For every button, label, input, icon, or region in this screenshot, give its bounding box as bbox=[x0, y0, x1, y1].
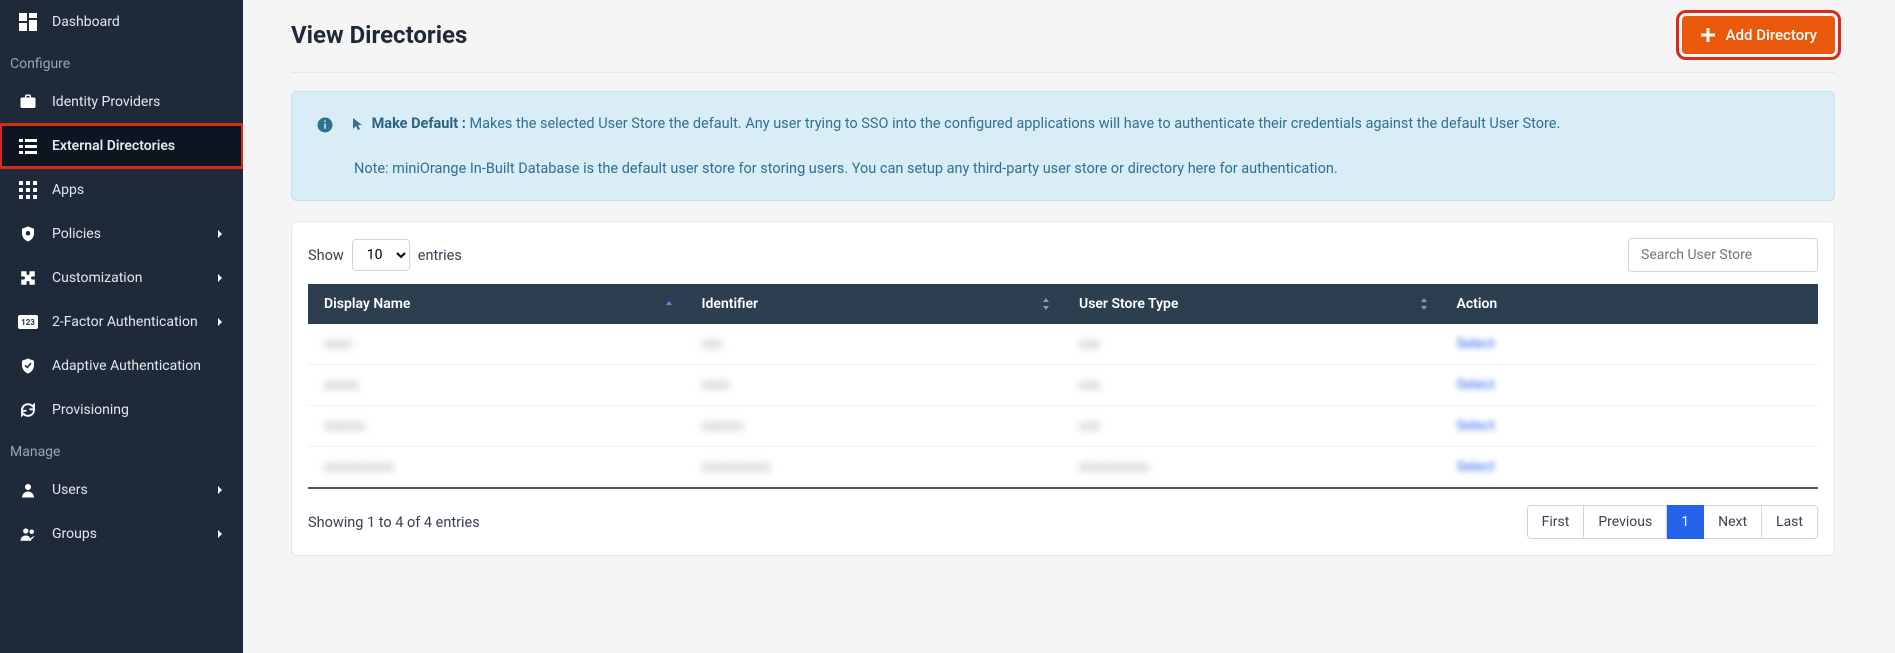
puzzle-icon bbox=[18, 268, 38, 288]
directories-panel: Show 10 entries Display Name bbox=[291, 221, 1835, 556]
sidebar-item-provisioning[interactable]: Provisioning bbox=[0, 388, 243, 432]
search-input[interactable] bbox=[1628, 238, 1818, 272]
sidebar-section-configure: Configure bbox=[0, 44, 243, 80]
sort-icon bbox=[1041, 297, 1051, 311]
sidebar-item-groups[interactable]: Groups bbox=[0, 512, 243, 556]
table-footer: Showing 1 to 4 of 4 entries First Previo… bbox=[308, 505, 1818, 539]
table-row: xxxxxx xxxxxx xxx Select bbox=[308, 406, 1818, 447]
sidebar-item-external-directories[interactable]: External Directories bbox=[0, 124, 243, 168]
add-directory-label: Add Directory bbox=[1726, 26, 1817, 44]
sidebar-item-label: 2-Factor Authentication bbox=[52, 314, 198, 330]
showing-text: Showing 1 to 4 of 4 entries bbox=[308, 514, 480, 531]
table-controls: Show 10 entries bbox=[308, 238, 1818, 272]
directories-table: Display Name Identifier User Store Type bbox=[308, 284, 1818, 489]
grid-icon bbox=[18, 180, 38, 200]
info-note: Note: miniOrange In-Built Database is th… bbox=[354, 157, 1810, 180]
sidebar-item-label: Adaptive Authentication bbox=[52, 358, 201, 374]
page-title: View Directories bbox=[291, 21, 467, 49]
dashboard-icon bbox=[18, 12, 38, 32]
shield-check-icon bbox=[18, 356, 38, 376]
sidebar-item-customization[interactable]: Customization bbox=[0, 256, 243, 300]
make-default-text: Makes the selected User Store the defaul… bbox=[469, 115, 1560, 132]
users-icon bbox=[18, 524, 38, 544]
sort-asc-icon bbox=[664, 299, 674, 309]
chevron-right-icon bbox=[215, 529, 225, 539]
sidebar-item-label: Policies bbox=[52, 226, 101, 242]
col-display-name[interactable]: Display Name bbox=[308, 284, 686, 324]
pagination: First Previous 1 Next Last bbox=[1527, 505, 1818, 539]
chevron-right-icon bbox=[215, 485, 225, 495]
sidebar-item-label: Provisioning bbox=[52, 402, 129, 418]
page-size-select[interactable]: 10 bbox=[352, 239, 410, 271]
sidebar-item-adaptive-auth[interactable]: Adaptive Authentication bbox=[0, 344, 243, 388]
sort-icon bbox=[1419, 297, 1429, 311]
sidebar-item-label: Users bbox=[52, 482, 88, 498]
cursor-icon bbox=[352, 117, 364, 131]
badge-123-icon: 123 bbox=[18, 312, 38, 332]
row-action[interactable]: Select bbox=[1457, 377, 1495, 393]
sidebar-item-label: Identity Providers bbox=[52, 94, 160, 110]
main-content: View Directories Add Directory Make Defa… bbox=[243, 0, 1895, 653]
sidebar-item-label: Customization bbox=[52, 270, 142, 286]
sidebar-item-2fa[interactable]: 123 2-Factor Authentication bbox=[0, 300, 243, 344]
row-action[interactable]: Select bbox=[1457, 336, 1495, 352]
table-row: xxxxx xxxx xxx Select bbox=[308, 365, 1818, 406]
col-user-store-type[interactable]: User Store Type bbox=[1063, 284, 1441, 324]
sidebar-section-manage: Manage bbox=[0, 432, 243, 468]
entries-label: entries bbox=[418, 247, 462, 264]
sidebar-item-label: Groups bbox=[52, 526, 97, 542]
info-box: Make Default : Makes the selected User S… bbox=[291, 91, 1835, 201]
plus-icon bbox=[1700, 27, 1716, 43]
page-first[interactable]: First bbox=[1527, 505, 1585, 539]
sidebar-item-policies[interactable]: Policies bbox=[0, 212, 243, 256]
chevron-right-icon bbox=[215, 273, 225, 283]
sync-icon bbox=[18, 400, 38, 420]
svg-text:123: 123 bbox=[21, 318, 35, 327]
make-default-label: Make Default : bbox=[372, 115, 466, 132]
sidebar: Dashboard Configure Identity Providers E… bbox=[0, 0, 243, 653]
sidebar-item-label: Dashboard bbox=[52, 14, 120, 30]
col-identifier[interactable]: Identifier bbox=[686, 284, 1064, 324]
user-icon bbox=[18, 480, 38, 500]
sidebar-item-identity-providers[interactable]: Identity Providers bbox=[0, 80, 243, 124]
page-prev[interactable]: Previous bbox=[1584, 505, 1667, 539]
row-action[interactable]: Select bbox=[1457, 418, 1495, 434]
table-row: xxxxxxxxxx xxxxxxxxxx xxxxxxxxxx Select bbox=[308, 447, 1818, 489]
add-directory-button[interactable]: Add Directory bbox=[1682, 16, 1835, 54]
page-last[interactable]: Last bbox=[1762, 505, 1818, 539]
page-1[interactable]: 1 bbox=[1667, 505, 1704, 539]
info-text: Make Default : Makes the selected User S… bbox=[352, 112, 1560, 135]
table-row: xxxx xxx xxx Select bbox=[308, 324, 1818, 365]
info-icon bbox=[316, 116, 334, 135]
sidebar-item-apps[interactable]: Apps bbox=[0, 168, 243, 212]
chevron-right-icon bbox=[215, 317, 225, 327]
sidebar-item-label: Apps bbox=[52, 182, 84, 198]
briefcase-icon bbox=[18, 92, 38, 112]
sidebar-item-users[interactable]: Users bbox=[0, 468, 243, 512]
page-header: View Directories Add Directory bbox=[291, 16, 1835, 73]
list-icon bbox=[18, 136, 38, 156]
shield-gear-icon bbox=[18, 224, 38, 244]
row-action[interactable]: Select bbox=[1457, 459, 1495, 475]
sidebar-item-label: External Directories bbox=[52, 138, 175, 154]
show-label: Show bbox=[308, 247, 344, 264]
sidebar-item-dashboard[interactable]: Dashboard bbox=[0, 0, 243, 44]
page-next[interactable]: Next bbox=[1704, 505, 1762, 539]
col-action: Action bbox=[1441, 284, 1819, 324]
chevron-right-icon bbox=[215, 229, 225, 239]
